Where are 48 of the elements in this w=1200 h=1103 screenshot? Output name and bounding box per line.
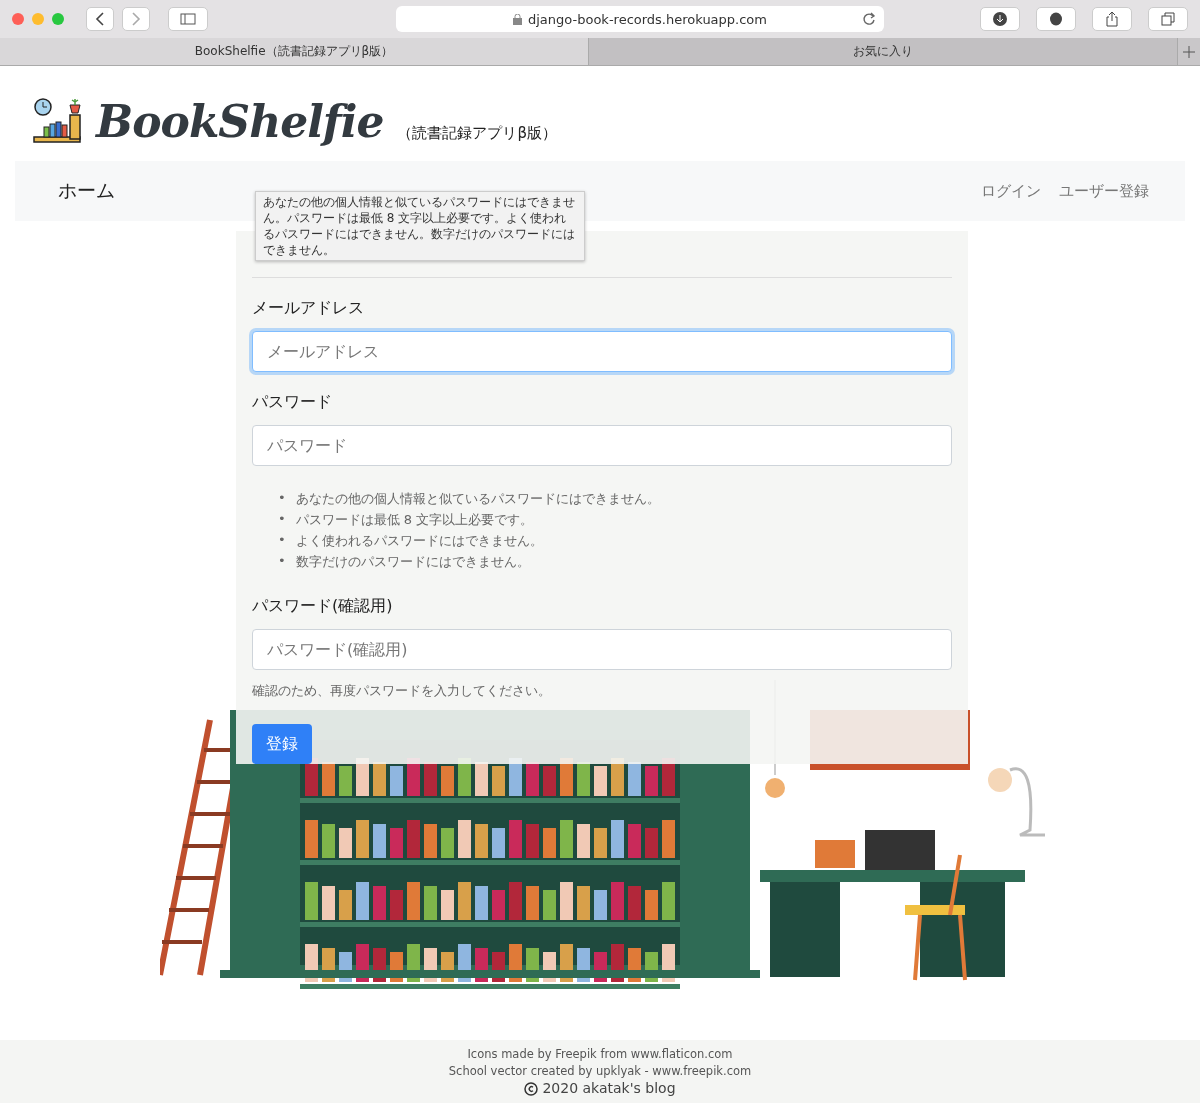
help-text: 数字だけのパスワードにはできません。 [295,553,530,571]
input-field[interactable]: パスワード(確認用) [252,629,952,670]
browser-tab[interactable]: お気に入り [589,38,1178,65]
copyright-icon [524,1081,539,1096]
credit-text: School vector created by upklyak - www.freepik.com [448,1063,752,1080]
credit-text: Icons made by Freepik from www.flaticon.com [467,1046,733,1063]
back-button[interactable] [86,7,114,31]
forward-button[interactable] [122,7,150,31]
download-button[interactable] [980,7,1020,31]
copyright-text: 2020 akatak's blog [542,1080,676,1097]
sidebar-icon [180,13,196,25]
input-field[interactable]: メールアドレス [252,331,952,372]
help-text: パスワードは最低 8 文字以上必要です。 [295,511,534,529]
extension-button[interactable] [1036,7,1076,31]
browser-tab[interactable]: BookShelfie（読書記録アプリβ版） [0,38,589,65]
site-logo[interactable]: BookShelfie [96,96,384,147]
home-link[interactable]: ホーム [58,178,115,204]
address-field[interactable]: django-book-records.herokuapp.com [396,6,884,32]
field-label: メールアドレス [252,298,365,319]
field-label: パスワード(確認用) [252,596,394,617]
input-field[interactable]: パスワード [252,425,952,466]
bullet: • [278,510,286,528]
bullet: • [278,531,286,549]
chevron-right-icon [131,12,141,26]
nav-link[interactable]: ユーザー登録 [1059,181,1149,201]
extension-icon [1049,12,1063,26]
field-label: パスワード [252,392,333,413]
tabs-icon [1161,12,1175,26]
bullet: • [278,552,286,570]
bullet: • [278,489,286,507]
register-button[interactable]: 登録 [252,724,312,764]
help-text: よく使われるパスワードにはできません。 [295,532,543,550]
download-icon [993,12,1007,26]
tooltip: あなたの他の個人情報と似ているパスワードにはできません。パスワードは最低 8 文字以上必要です。よく使われるパスワードにはできません。数字だけのパスワードにはできません。 [255,191,585,261]
help-text: あなたの他の個人情報と似ているパスワードにはできません。 [295,490,660,508]
nav-link[interactable]: ログイン [981,181,1041,201]
chevron-left-icon [95,12,105,26]
share-button[interactable] [1092,7,1132,31]
minimize-window-icon[interactable] [32,13,44,25]
sidebar-button[interactable] [168,7,208,31]
reload-icon[interactable] [862,12,876,26]
share-icon [1105,11,1119,27]
help-text: 確認のため、再度パスワードを入力してください。 [252,682,552,700]
site-subtitle: （読書記録アプリβ版） [397,124,558,143]
tabs-button[interactable] [1148,7,1188,31]
lock-icon [513,13,522,25]
maximize-window-icon[interactable] [52,13,64,25]
close-window-icon[interactable] [12,13,24,25]
